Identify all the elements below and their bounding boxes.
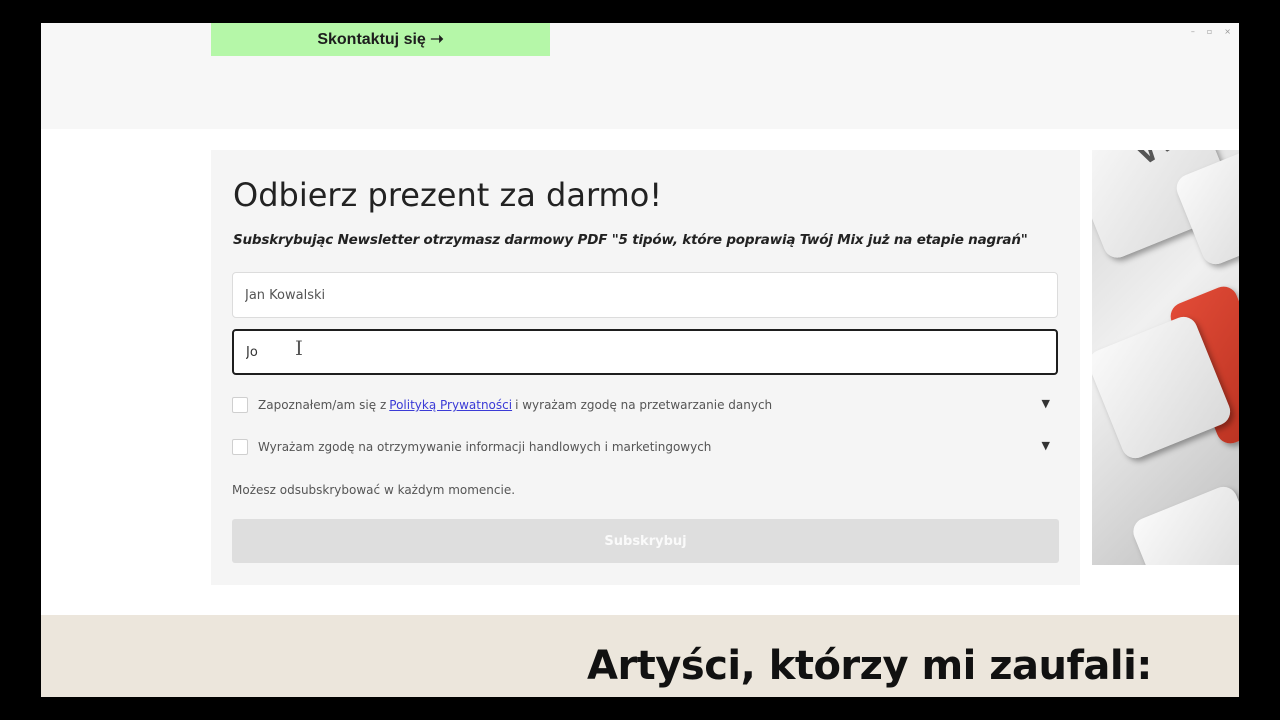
consent-marketing-text: Wyrażam zgodę na otrzymywanie informacji… [258, 440, 712, 454]
artists-heading: Artyści, którzy mi zaufali: [587, 643, 1152, 689]
minimize-icon[interactable]: – [1191, 27, 1195, 36]
expand-marketing-icon[interactable]: ▼ [1042, 439, 1050, 452]
consent-privacy-checkbox[interactable] [232, 397, 248, 413]
consent-marketing-row: Wyrażam zgodę na otrzymywanie informacji… [232, 437, 1058, 457]
key-letter: W [1119, 150, 1186, 177]
consent-privacy-row: Zapoznałem/am się z Polityką Prywatności… [232, 395, 1058, 415]
contact-section: Skontaktuj się ➝ – ▫ × [41, 23, 1239, 129]
keyboard-image: W [1092, 150, 1239, 565]
text-cursor-icon: I [295, 336, 303, 360]
contact-button[interactable]: Skontaktuj się ➝ [211, 23, 550, 56]
consent-privacy-text-after: i wyrażam zgodę na przetwarzanie danych [515, 398, 773, 412]
artists-section: Artyści, którzy mi zaufali: [41, 615, 1239, 697]
expand-privacy-icon[interactable]: ▼ [1042, 397, 1050, 410]
newsletter-form: Odbierz prezent za darmo! Subskrybując N… [211, 150, 1080, 585]
subscribe-button[interactable]: Subskrybuj [232, 519, 1059, 563]
consent-marketing-checkbox[interactable] [232, 439, 248, 455]
maximize-icon[interactable]: ▫ [1207, 27, 1212, 36]
form-subtitle: Subskrybując Newsletter otrzymasz darmow… [233, 232, 1028, 248]
name-input[interactable] [232, 272, 1058, 318]
unsubscribe-note: Możesz odsubskrybować w każdym momencie. [232, 483, 516, 497]
form-title: Odbierz prezent za darmo! [233, 176, 663, 214]
close-icon[interactable]: × [1224, 27, 1231, 36]
consent-privacy-text-before: Zapoznałem/am się z [258, 398, 387, 412]
keyboard-key [1129, 482, 1239, 565]
email-input[interactable] [232, 329, 1058, 375]
privacy-policy-link[interactable]: Polityką Prywatności [389, 398, 512, 412]
browser-viewport: Skontaktuj się ➝ – ▫ × Odbierz prezent z… [41, 23, 1239, 697]
window-controls: – ▫ × [1191, 27, 1231, 36]
